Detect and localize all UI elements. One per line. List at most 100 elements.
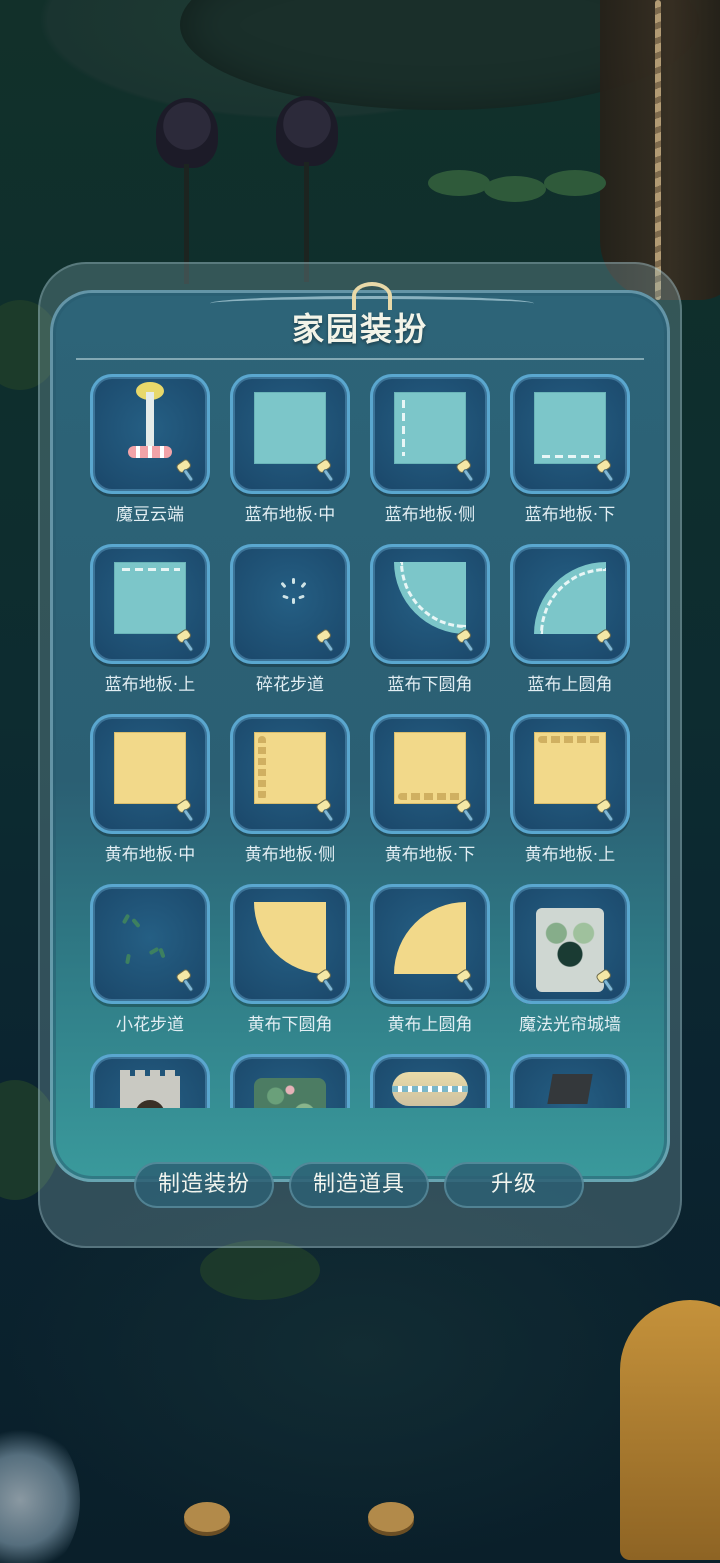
yellow-fabric-corner xyxy=(254,902,326,974)
bush xyxy=(200,1240,320,1300)
decor-item-tile[interactable] xyxy=(370,544,490,664)
decor-item-label: 黄布地板·侧 xyxy=(244,845,336,865)
decor-item-label: 小花步道 xyxy=(116,1015,184,1035)
decor-item-label: 黄布地板·上 xyxy=(524,845,616,865)
decor-item[interactable] xyxy=(230,1054,350,1108)
decor-item-tile[interactable] xyxy=(230,374,350,494)
decor-item-tile[interactable] xyxy=(230,714,350,834)
decor-item-tile[interactable] xyxy=(230,1054,350,1108)
hammer-icon xyxy=(314,628,340,654)
hammer-icon xyxy=(314,458,340,484)
decor-item-label: 魔豆云端 xyxy=(116,505,184,525)
decor-item-tile[interactable] xyxy=(510,1054,630,1108)
hammer-icon xyxy=(314,968,340,994)
upgrade-button[interactable]: 升级 xyxy=(444,1162,584,1208)
decor-item-label: 魔法光帘城墙 xyxy=(519,1015,621,1035)
vine-wall xyxy=(254,1078,326,1108)
decor-item-label: 蓝布地板·上 xyxy=(104,675,196,695)
yellow-fabric xyxy=(254,732,326,804)
decor-item[interactable]: 蓝布地板·侧 xyxy=(370,374,490,526)
make-tool-button[interactable]: 制造道具 xyxy=(289,1162,429,1208)
decor-item[interactable]: 蓝布地板·下 xyxy=(510,374,630,526)
lily-pad xyxy=(544,170,606,196)
decor-item-tile[interactable] xyxy=(230,884,350,1004)
hammer-icon xyxy=(174,628,200,654)
decor-item-tile[interactable] xyxy=(230,544,350,664)
decor-item-label: 蓝布上圆角 xyxy=(527,675,613,695)
decor-item-label: 蓝布下圆角 xyxy=(387,675,473,695)
bottom-tabs: 制造装扮 制造道具 升级 xyxy=(38,1162,720,1222)
decor-item[interactable]: 黄布地板·侧 xyxy=(230,714,350,866)
decor-item[interactable] xyxy=(90,1054,210,1108)
decor-item-tile[interactable] xyxy=(90,884,210,1004)
decor-item[interactable]: 蓝布上圆角 xyxy=(510,544,630,696)
hammer-icon xyxy=(594,968,620,994)
decor-item[interactable]: 黄布上圆角 xyxy=(370,884,490,1036)
decor-item-tile[interactable] xyxy=(90,544,210,664)
decor-grid-scroll[interactable]: 魔豆云端 蓝布地板·中 蓝布地板·侧 蓝布地板·下蓝布地板·上 碎花步道 蓝布下圆角 蓝布上… xyxy=(90,374,630,1108)
decor-item-tile[interactable] xyxy=(370,374,490,494)
hammer-icon xyxy=(594,798,620,824)
decor-item-tile[interactable] xyxy=(90,1054,210,1108)
decor-item[interactable]: 碎花步道 xyxy=(230,544,350,696)
decor-item[interactable]: 蓝布地板·上 xyxy=(90,544,210,696)
decor-item-label: 黄布下圆角 xyxy=(247,1015,333,1035)
decor-item-label: 碎花步道 xyxy=(256,675,324,695)
hammer-icon xyxy=(454,798,480,824)
decor-item-tile[interactable] xyxy=(370,714,490,834)
panel-title: 家园装扮 xyxy=(291,310,428,348)
hammer-icon xyxy=(174,798,200,824)
blue-fabric xyxy=(254,392,326,464)
lily-pad xyxy=(428,170,490,196)
blue-fabric xyxy=(114,562,186,634)
hammer-icon xyxy=(454,458,480,484)
decor-item-label: 黄布地板·下 xyxy=(384,845,476,865)
castle-gate xyxy=(120,1070,180,1108)
decor-item[interactable]: 蓝布下圆角 xyxy=(370,544,490,696)
beanstalk xyxy=(146,392,154,446)
decor-item-tile[interactable] xyxy=(370,884,490,1004)
decor-item-tile[interactable] xyxy=(510,714,630,834)
decor-item[interactable]: 黄布地板·下 xyxy=(370,714,490,866)
decor-item-tile[interactable] xyxy=(510,374,630,494)
dark-post xyxy=(547,1074,593,1104)
decor-item[interactable]: 小花步道 xyxy=(90,884,210,1036)
lotus-pod xyxy=(276,96,338,282)
decor-item-label: 蓝布地板·下 xyxy=(524,505,616,525)
striped-bench xyxy=(392,1072,468,1106)
decor-item[interactable]: 蓝布地板·中 xyxy=(230,374,350,526)
yellow-fabric-corner xyxy=(394,902,466,974)
coin xyxy=(368,1502,414,1532)
lotus-pod xyxy=(156,98,218,284)
decor-item[interactable]: 黄布下圆角 xyxy=(230,884,350,1036)
make-decor-button[interactable]: 制造装扮 xyxy=(134,1162,274,1208)
blue-fabric xyxy=(534,392,606,464)
coin xyxy=(184,1502,230,1532)
sparkle-icon xyxy=(280,578,308,604)
decor-item[interactable]: 黄布地板·上 xyxy=(510,714,630,866)
flower-base xyxy=(128,446,172,458)
decor-item-label: 黄布上圆角 xyxy=(387,1015,473,1035)
decor-item[interactable]: 魔豆云端 xyxy=(90,374,210,526)
hammer-icon xyxy=(454,628,480,654)
hammer-icon xyxy=(174,458,200,484)
blue-fabric xyxy=(394,392,466,464)
decor-item[interactable]: 魔法光帘城墙 xyxy=(510,884,630,1036)
rope xyxy=(655,0,661,300)
hammer-icon xyxy=(594,628,620,654)
decor-item-label: 蓝布地板·中 xyxy=(244,505,336,525)
hammer-icon xyxy=(314,798,340,824)
yellow-fabric xyxy=(114,732,186,804)
mushroom-house xyxy=(620,1300,720,1560)
glow-lamp xyxy=(0,1420,80,1563)
decor-item-tile[interactable] xyxy=(90,714,210,834)
decor-item[interactable]: 黄布地板·中 xyxy=(90,714,210,866)
yellow-fabric xyxy=(394,732,466,804)
decor-item-tile[interactable] xyxy=(510,884,630,1004)
decor-item-tile[interactable] xyxy=(510,544,630,664)
decor-item-tile[interactable] xyxy=(90,374,210,494)
decor-item-tile[interactable] xyxy=(370,1054,490,1108)
decor-item[interactable] xyxy=(370,1054,490,1108)
hammer-icon xyxy=(594,458,620,484)
decor-item[interactable] xyxy=(510,1054,630,1108)
